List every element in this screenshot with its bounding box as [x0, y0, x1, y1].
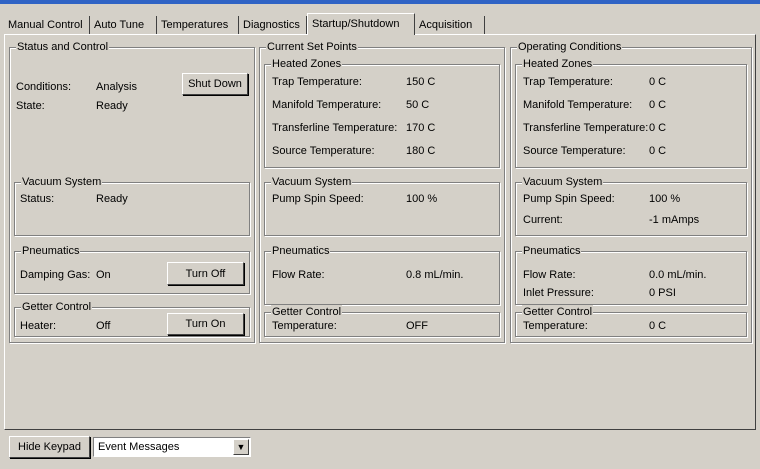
op-vacuum-title: Vacuum System [522, 175, 604, 189]
op-pneumatics-group: Pneumatics Flow Rate: 0.0 mL/min. Inlet … [515, 244, 747, 305]
set-vacuum-group: Vacuum System Pump Spin Speed: 100 % [264, 175, 500, 236]
op-trap-label: Trap Temperature: [523, 76, 613, 88]
op-pneumatics-title: Pneumatics [522, 244, 582, 258]
set-points-group: Current Set Points Heated Zones Trap Tem… [259, 40, 505, 343]
state-value: Ready [96, 100, 128, 112]
op-vacuum-group: Vacuum System Pump Spin Speed: 100 % Cur… [515, 175, 747, 236]
status-vacuum-title: Vacuum System [21, 175, 103, 189]
heater-value: Off [96, 320, 111, 332]
set-getter-temp-label: Temperature: [272, 320, 337, 332]
set-points-title: Current Set Points [266, 40, 358, 54]
set-pneumatics-title: Pneumatics [271, 244, 331, 258]
turn-off-button[interactable]: Turn Off [167, 262, 244, 285]
set-trap-label: Trap Temperature: [272, 76, 362, 88]
set-flow-rate-label: Flow Rate: [272, 269, 325, 281]
op-flow-rate-label: Flow Rate: [523, 269, 576, 281]
set-pump-speed-label: Pump Spin Speed: [272, 193, 364, 205]
status-pneumatics-group: Pneumatics Damping Gas: On Turn Off [14, 244, 250, 294]
op-current-value: -1 mAmps [649, 214, 700, 226]
operating-conditions-group: Operating Conditions Heated Zones Trap T… [510, 40, 752, 343]
vacuum-status-label: Status: [20, 193, 55, 205]
tab-auto-tune[interactable]: Auto Tune [90, 16, 157, 34]
set-getter-group: Getter Control Temperature: OFF [264, 305, 500, 337]
op-source-label: Source Temperature: [523, 145, 626, 157]
state-label: State: [16, 100, 45, 112]
tab-manual-control[interactable]: Manual Control [4, 16, 90, 34]
op-inlet-pressure-label: Inlet Pressure: [523, 287, 594, 299]
status-vacuum-group: Vacuum System Status: Ready [14, 175, 250, 236]
shut-down-button[interactable]: Shut Down [182, 73, 248, 95]
set-flow-rate-value: 0.8 mL/min. [406, 269, 464, 281]
set-trap-value: 150 C [406, 76, 436, 88]
set-pump-speed-value: 100 % [406, 193, 438, 205]
status-getter-title: Getter Control [21, 300, 93, 314]
set-vacuum-title: Vacuum System [271, 175, 353, 189]
hide-keypad-button[interactable]: Hide Keypad [9, 436, 90, 458]
status-pneumatics-title: Pneumatics [21, 244, 81, 258]
status-control-group: Status and Control Conditions: Analysis … [9, 40, 255, 343]
status-control-title: Status and Control [16, 40, 110, 54]
damping-gas-value: On [96, 269, 111, 281]
op-getter-temp-label: Temperature: [523, 320, 588, 332]
event-messages-value: Event Messages [98, 441, 180, 453]
set-heated-zones-group: Heated Zones Trap Temperature: 150 C Man… [264, 57, 500, 168]
tab-acquisition[interactable]: Acquisition [415, 16, 485, 34]
set-source-label: Source Temperature: [272, 145, 375, 157]
set-getter-temp-value: OFF [406, 320, 428, 332]
op-transferline-value: 0 C [649, 122, 667, 134]
bottom-toolbar: Hide Keypad Event Messages ▼ [0, 430, 760, 469]
turn-on-button[interactable]: Turn On [167, 313, 244, 335]
op-pump-speed-value: 100 % [649, 193, 681, 205]
op-getter-title: Getter Control [522, 305, 594, 319]
tab-content-panel: Status and Control Conditions: Analysis … [4, 34, 756, 430]
tab-startup-shutdown[interactable]: Startup/Shutdown [307, 13, 415, 35]
op-trap-value: 0 C [649, 76, 667, 88]
vacuum-status-value: Ready [96, 193, 128, 205]
op-source-value: 0 C [649, 145, 667, 157]
set-transferline-label: Transferline Temperature: [272, 122, 398, 134]
set-source-value: 180 C [406, 145, 436, 157]
tab-diagnostics[interactable]: Diagnostics [239, 16, 307, 34]
heater-label: Heater: [20, 320, 57, 332]
set-heated-zones-title: Heated Zones [271, 57, 343, 71]
op-inlet-pressure-value: 0 PSI [649, 287, 676, 299]
op-manifold-label: Manifold Temperature: [523, 99, 633, 111]
set-getter-title: Getter Control [271, 305, 343, 319]
op-heated-zones-group: Heated Zones Trap Temperature: 0 C Manif… [515, 57, 747, 168]
set-manifold-value: 50 C [406, 99, 430, 111]
op-current-label: Current: [523, 214, 563, 226]
tab-temperatures[interactable]: Temperatures [157, 16, 239, 34]
conditions-value: Analysis [96, 81, 137, 93]
set-pneumatics-group: Pneumatics Flow Rate: 0.8 mL/min. [264, 244, 500, 305]
op-manifold-value: 0 C [649, 99, 667, 111]
op-getter-temp-value: 0 C [649, 320, 667, 332]
operating-conditions-title: Operating Conditions [517, 40, 623, 54]
op-transferline-label: Transferline Temperature: [523, 122, 649, 134]
op-getter-group: Getter Control Temperature: 0 C [515, 305, 747, 337]
status-getter-group: Getter Control Heater: Off Turn On [14, 300, 250, 337]
set-transferline-value: 170 C [406, 122, 436, 134]
tab-strip: Manual Control Auto Tune Temperatures Di… [0, 4, 760, 35]
op-heated-zones-title: Heated Zones [522, 57, 594, 71]
op-flow-rate-value: 0.0 mL/min. [649, 269, 707, 281]
event-messages-select[interactable]: Event Messages ▼ [93, 437, 251, 457]
damping-gas-label: Damping Gas: [20, 269, 91, 281]
chevron-down-icon[interactable]: ▼ [233, 439, 249, 455]
set-manifold-label: Manifold Temperature: [272, 99, 382, 111]
conditions-label: Conditions: [16, 81, 72, 93]
op-pump-speed-label: Pump Spin Speed: [523, 193, 615, 205]
